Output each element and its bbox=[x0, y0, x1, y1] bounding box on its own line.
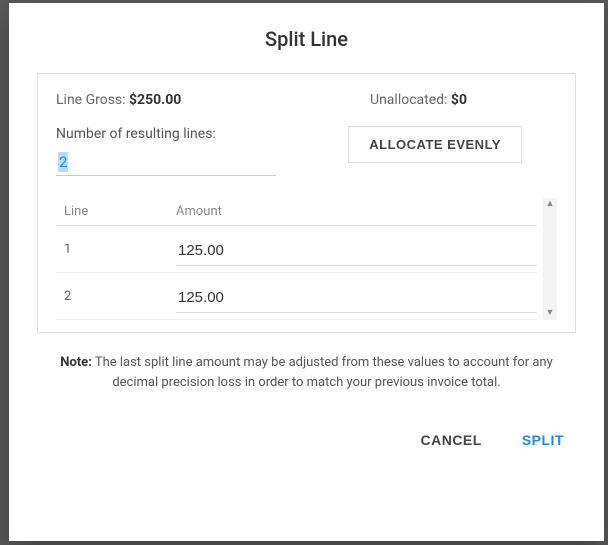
content-box: Line Gross: $250.00 Unallocated: $0 Numb… bbox=[37, 73, 576, 333]
row-line-number: 1 bbox=[56, 236, 176, 257]
modal-actions: CANCEL SPLIT bbox=[37, 426, 576, 454]
num-lines-label: Number of resulting lines: bbox=[56, 126, 276, 142]
table-scrollbar[interactable]: ▲ ▼ bbox=[543, 198, 557, 320]
amount-input[interactable] bbox=[176, 283, 537, 313]
line-gross: Line Gross: $250.00 bbox=[56, 92, 181, 108]
note-body: The last split line amount may be adjust… bbox=[92, 355, 553, 390]
num-lines-field: Number of resulting lines: 2 bbox=[56, 126, 276, 176]
table-row: 1 bbox=[56, 226, 537, 273]
split-table-area: Line Amount 1 2 ▲ ▼ bbox=[56, 198, 557, 320]
allocate-evenly-button[interactable]: ALLOCATE EVENLY bbox=[348, 126, 522, 163]
note-label: Note: bbox=[60, 355, 92, 370]
table-row: 2 bbox=[56, 273, 537, 320]
line-gross-value: $250.00 bbox=[129, 92, 181, 108]
split-line-modal: Split Line Line Gross: $250.00 Unallocat… bbox=[9, 3, 604, 541]
num-lines-input-wrap: 2 bbox=[56, 146, 276, 176]
controls-row: Number of resulting lines: 2 ALLOCATE EV… bbox=[56, 126, 557, 176]
split-table: Line Amount 1 2 bbox=[56, 198, 543, 320]
cancel-button[interactable]: CANCEL bbox=[416, 426, 485, 454]
scroll-up-icon[interactable]: ▲ bbox=[546, 200, 555, 209]
header-amount: Amount bbox=[176, 204, 537, 219]
row-line-number: 2 bbox=[56, 283, 176, 304]
num-lines-input[interactable] bbox=[56, 146, 276, 176]
summary-row: Line Gross: $250.00 Unallocated: $0 bbox=[56, 92, 557, 108]
row-amount-cell bbox=[176, 283, 537, 313]
scroll-down-icon[interactable]: ▼ bbox=[546, 309, 555, 318]
line-gross-label: Line Gross: bbox=[56, 92, 129, 108]
header-line: Line bbox=[56, 204, 176, 219]
unallocated-value: $0 bbox=[451, 92, 467, 108]
split-button[interactable]: SPLIT bbox=[518, 426, 568, 454]
note-text: Note: The last split line amount may be … bbox=[37, 353, 576, 392]
unallocated-label: Unallocated: bbox=[370, 92, 451, 108]
modal-title: Split Line bbox=[37, 27, 576, 51]
row-amount-cell bbox=[176, 236, 537, 266]
amount-input[interactable] bbox=[176, 236, 537, 266]
table-header: Line Amount bbox=[56, 198, 537, 226]
unallocated: Unallocated: $0 bbox=[370, 92, 467, 108]
